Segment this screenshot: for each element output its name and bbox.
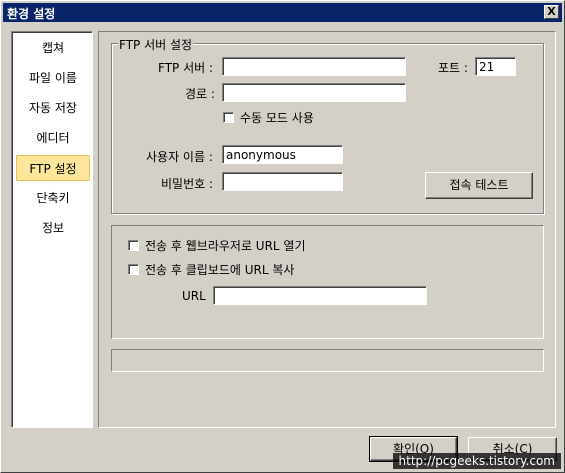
open-browser-box[interactable] bbox=[128, 240, 139, 251]
password-input[interactable] bbox=[222, 172, 343, 191]
username-input[interactable] bbox=[222, 145, 343, 164]
port-input[interactable] bbox=[475, 57, 516, 76]
passive-mode-checkbox[interactable]: 수동 모드 사용 bbox=[223, 109, 314, 126]
port-label: 포트 : bbox=[438, 61, 468, 75]
path-label: 경로 : bbox=[185, 87, 215, 101]
username-label: 사용자 이름 : bbox=[146, 150, 213, 164]
sidebar-item-shortcut[interactable]: 단축키 bbox=[16, 185, 90, 211]
ftp-group-title: FTP 서버 설정 bbox=[118, 36, 194, 53]
passive-mode-label: 수동 모드 사용 bbox=[240, 111, 314, 125]
ftp-server-input[interactable] bbox=[222, 57, 406, 76]
sidebar-item-capture[interactable]: 캡쳐 bbox=[16, 35, 90, 61]
ftp-server-label: FTP 서버 : bbox=[158, 61, 214, 75]
sidebar-item-filename[interactable]: 파일 이름 bbox=[16, 65, 90, 91]
status-panel bbox=[111, 349, 544, 372]
settings-window: 환경 설정 X 캡쳐 파일 이름 자동 저장 에디터 FTP 설정 단축키 정보… bbox=[0, 0, 565, 473]
close-button[interactable]: X bbox=[544, 5, 559, 19]
sidebar: 캡쳐 파일 이름 자동 저장 에디터 FTP 설정 단축키 정보 bbox=[11, 31, 93, 428]
passive-mode-box[interactable] bbox=[223, 112, 234, 123]
password-label: 비밀번호 : bbox=[161, 177, 214, 191]
title-bar[interactable]: 환경 설정 X bbox=[3, 3, 562, 22]
open-browser-label: 전송 후 웹브라우저로 URL 열기 bbox=[145, 239, 306, 253]
path-input[interactable] bbox=[222, 83, 406, 102]
copy-clipboard-checkbox[interactable]: 전송 후 클립보드에 URL 복사 bbox=[128, 261, 294, 278]
sidebar-item-editor[interactable]: 에디터 bbox=[16, 125, 90, 151]
copy-clipboard-label: 전송 후 클립보드에 URL 복사 bbox=[145, 263, 295, 277]
sidebar-item-info[interactable]: 정보 bbox=[16, 215, 90, 241]
url-label: URL bbox=[182, 289, 206, 303]
close-icon: X bbox=[547, 5, 556, 18]
connection-test-button[interactable]: 접속 테스트 bbox=[425, 172, 533, 199]
open-browser-checkbox[interactable]: 전송 후 웹브라우저로 URL 열기 bbox=[128, 237, 306, 254]
sidebar-item-autosave[interactable]: 자동 저장 bbox=[16, 95, 90, 121]
sidebar-item-ftp[interactable]: FTP 설정 bbox=[16, 155, 90, 181]
copy-clipboard-box[interactable] bbox=[128, 264, 139, 275]
url-input[interactable] bbox=[213, 286, 427, 305]
window-title: 환경 설정 bbox=[7, 7, 56, 21]
watermark: http://pcgeeks.tistory.com bbox=[392, 453, 561, 469]
